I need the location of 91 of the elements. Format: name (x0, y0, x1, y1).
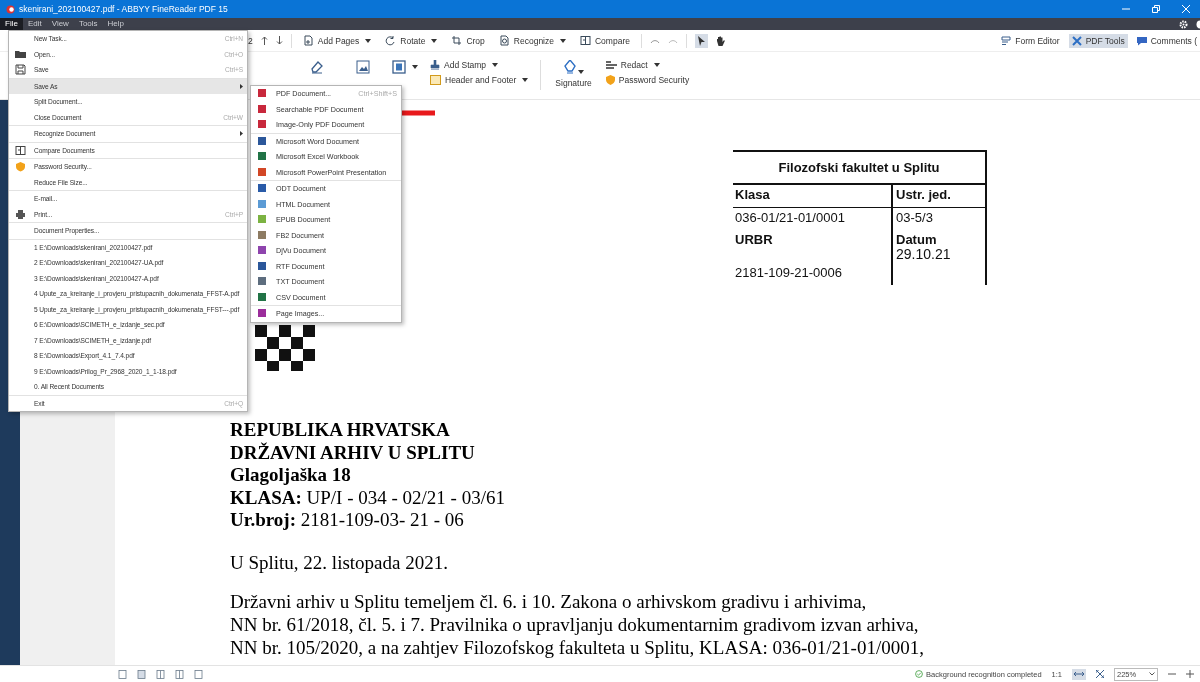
check-circle-icon (915, 670, 924, 678)
mode-tab[interactable]: PDF Tools (1068, 33, 1128, 48)
pen-nib-icon (563, 60, 576, 74)
menu-item[interactable]: Help (102, 18, 130, 30)
folder-icon (15, 48, 26, 60)
toolbar-button[interactable]: Password Security (605, 75, 690, 85)
toolbar-button[interactable]: Crop (448, 33, 488, 48)
undo-icon[interactable] (649, 37, 660, 44)
toolbar-button[interactable]: Header and Footer (430, 75, 529, 85)
crop-icon (451, 35, 463, 46)
eraser-icon[interactable] (310, 60, 324, 74)
watermark-button[interactable] (392, 60, 418, 74)
letterhead-line: REPUBLIKA HRVATSKA (230, 419, 451, 442)
fit-width-button[interactable] (1072, 668, 1086, 680)
toolbar-button[interactable]: Rotate (382, 33, 441, 48)
scroll-pages-icon[interactable] (156, 669, 165, 679)
save-icon (15, 64, 26, 76)
stamp-field: Klasa (733, 185, 891, 207)
caret-icon (653, 63, 660, 67)
picture-icon[interactable] (356, 60, 370, 74)
stamp-field: 2181-109-21-0006 (733, 263, 891, 285)
caret-icon (492, 63, 499, 67)
fit-page-icon[interactable] (1096, 670, 1104, 678)
stamp-field: Datum 29.10.21 (891, 230, 985, 263)
stamp-field: URBR (733, 230, 891, 263)
compare-icon (15, 144, 26, 156)
comment-icon (1136, 35, 1147, 46)
fit-width-icon (1074, 670, 1084, 677)
mode-tab[interactable]: Comments ( (1133, 33, 1200, 48)
stamp-icon (430, 60, 440, 70)
stamp-field: 03-5/3 (891, 207, 985, 230)
menu-item[interactable]: View (46, 18, 74, 30)
hand-icon[interactable] (715, 35, 725, 46)
toolbar-button[interactable]: Compare (577, 33, 633, 48)
shield-icon (605, 75, 615, 85)
caret-icon (365, 38, 372, 43)
letterhead-line: DRŽAVNI ARHIV U SPLITU (230, 441, 476, 464)
shield-icon (15, 161, 26, 173)
close-icon[interactable] (1182, 5, 1190, 13)
caret-icon (560, 38, 566, 43)
select-tool-button[interactable] (694, 33, 708, 48)
zoom-in-icon[interactable] (1186, 670, 1194, 678)
arrow-up-icon[interactable] (260, 36, 268, 45)
caret-icon (522, 78, 529, 82)
caret-icon (577, 70, 584, 74)
body-text-line: NN br. 105/2020, a na zahtjev Filozofskog fakulteta u Splitu, KLASA: 036-01/21-01/0001, (230, 635, 925, 659)
stamp-title: Filozofski fakultet u Splitu (733, 152, 985, 185)
menu-item[interactable]: Edit (22, 18, 47, 30)
rotate-icon (385, 35, 397, 46)
blank-page-icon[interactable] (194, 669, 203, 679)
magnifier-page-icon (498, 35, 510, 46)
toolbar-button[interactable]: Recognize (495, 33, 569, 48)
window-title: skenirani_202100427.pdf - ABBYY FineReader PDF 15 (19, 4, 229, 14)
page-number: 2 (248, 35, 253, 46)
single-page-icon[interactable] (118, 669, 127, 679)
toolbar-button[interactable]: Redact (605, 60, 690, 70)
menu-item[interactable]: File (0, 18, 23, 30)
date-line: U Splitu, 22. listopada 2021. (230, 551, 449, 574)
spread-icon[interactable] (175, 669, 184, 679)
settings-icon[interactable] (1179, 19, 1188, 29)
printer-icon (15, 208, 26, 220)
redact-icon (605, 60, 617, 70)
checkered-shield-drawing (255, 325, 315, 371)
chevron-down-icon (1149, 672, 1155, 676)
signature-button[interactable]: Signature (553, 60, 594, 88)
stamp-field: Ustr. jed. (891, 185, 985, 207)
two-page-icon[interactable] (137, 669, 146, 679)
letterhead-line: Ur.broj: 2181-109-03- 21 - 06 (230, 509, 465, 532)
submenu-arrow-icon (240, 83, 243, 89)
form-icon (1001, 35, 1012, 46)
body-text-line: NN br. 61/2018, čl. 5. i 7. Pravilnika o upravljanju dokumentarnim gradivom izvan arhiva, (230, 612, 920, 636)
compare-icon (580, 35, 591, 46)
cursor-icon (697, 35, 705, 46)
restore-icon[interactable] (1152, 5, 1160, 13)
mode-tab[interactable]: Form Editor (998, 33, 1063, 48)
letterhead-line: Glagoljaška 18 (230, 464, 352, 487)
submenu-arrow-icon (240, 131, 243, 137)
app-logo-icon (6, 4, 15, 14)
stamp-field: 036-01/21-01/0001 (733, 207, 891, 230)
caret-icon (412, 65, 418, 69)
letterhead-line: KLASA: UP/I - 034 - 02/21 - 03/61 (230, 486, 506, 509)
caret-icon (431, 38, 438, 43)
page-plus-icon (302, 35, 314, 46)
menu-item[interactable]: Tools (73, 18, 103, 30)
body-text-line: Državni arhiv u Splitu temeljem čl. 6. i 10. Zakona o arhivskom gradivu i arhivima, (230, 589, 868, 613)
header-footer-icon (430, 75, 441, 85)
tools-cross-icon (1071, 35, 1082, 46)
watermark-icon (392, 60, 406, 74)
toolbar-button[interactable]: Add Stamp (430, 60, 529, 70)
arrow-down-icon[interactable] (275, 36, 283, 45)
toolbar-button[interactable]: Add Pages (299, 33, 375, 48)
